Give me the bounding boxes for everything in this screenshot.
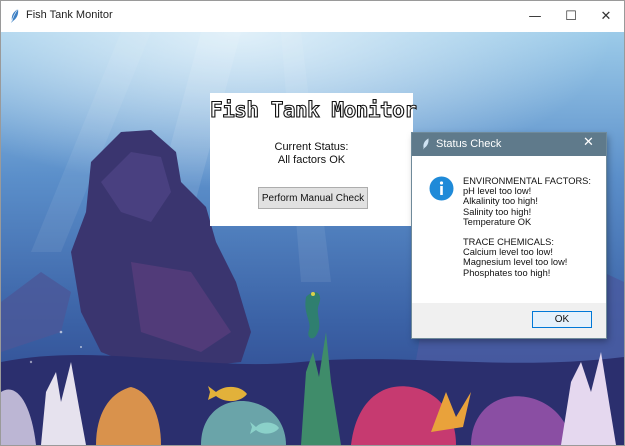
dialog-message: ENVIRONMENTAL FACTORS: pH level too low!… — [463, 176, 591, 278]
feather-icon — [11, 9, 19, 23]
close-button[interactable]: ✕ — [588, 1, 624, 32]
info-icon — [429, 176, 454, 201]
message-line: pH level too low! — [463, 186, 532, 197]
dialog-close-button[interactable]: ✕ — [583, 135, 594, 150]
message-line: Alkalinity too high! — [463, 196, 538, 207]
window-title: Fish Tank Monitor — [26, 9, 113, 21]
message-line: Phosphates too high! — [463, 267, 551, 278]
manual-check-button[interactable]: Perform Manual Check — [258, 187, 368, 209]
dialog-footer: OK — [412, 303, 606, 338]
dialog-body: ENVIRONMENTAL FACTORS: pH level too low!… — [412, 156, 606, 303]
message-gap — [463, 227, 591, 237]
monitor-panel: Fish Tank Monitor Current Status: All fa… — [209, 93, 417, 226]
message-line: Temperature OK — [463, 216, 532, 227]
dialog-title: Status Check — [436, 138, 502, 150]
app-window: Fish Tank Monitor — ☐ ✕ Fish Tank Monito… — [0, 0, 625, 446]
message-line: Salinity too high! — [463, 206, 532, 217]
message-line: Calcium level too low! — [463, 247, 553, 258]
trace-header: TRACE CHEMICALS: — [463, 237, 554, 248]
feather-icon — [422, 138, 429, 150]
status-check-dialog: Status Check ✕ ENVIRONMENTAL FACTORS: pH… — [412, 133, 606, 338]
dialog-title-bar[interactable]: Status Check ✕ — [412, 133, 606, 156]
maximize-button[interactable]: ☐ — [553, 1, 589, 32]
minimize-button[interactable]: — — [517, 1, 553, 32]
app-heading: Fish Tank Monitor — [209, 97, 417, 122]
status-label: Current Status: — [274, 141, 349, 153]
title-bar[interactable]: Fish Tank Monitor — ☐ ✕ — [1, 1, 624, 32]
environmental-header: ENVIRONMENTAL FACTORS: — [463, 176, 591, 186]
ok-button[interactable]: OK — [532, 311, 592, 328]
message-line: Magnesium level too low! — [463, 257, 568, 268]
status-value: All factors OK — [277, 154, 346, 166]
